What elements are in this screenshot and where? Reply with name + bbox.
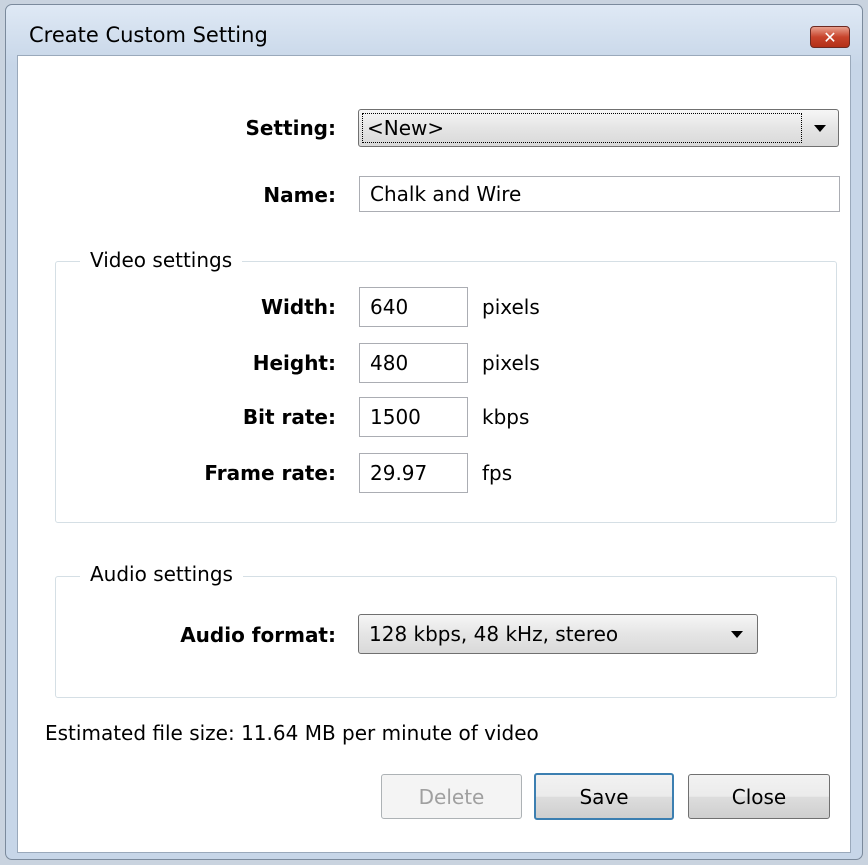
audio-format-dropdown[interactable]: 128 kbps, 48 kHz, stereo [358,614,758,654]
audio-format-value: 128 kbps, 48 kHz, stereo [369,622,619,646]
height-label: Height: [252,351,336,375]
close-icon: ✕ [823,27,837,47]
delete-button[interactable]: Delete [381,774,522,819]
save-button[interactable]: Save [534,773,674,820]
setting-label: Setting: [245,116,337,140]
window-close-button[interactable]: ✕ [810,26,850,48]
video-settings-legend: Video settings [80,246,243,274]
close-button[interactable]: Close [688,774,830,819]
audio-format-label: Audio format: [180,623,336,647]
height-unit: pixels [482,351,540,375]
dialog-body: Setting: <New> Name: Chalk and Wire Vide… [17,55,851,853]
bit-rate-label: Bit rate: [242,405,336,429]
chevron-down-icon [731,630,743,638]
frame-rate-input[interactable]: 29.97 [359,453,468,493]
frame-rate-label: Frame rate: [204,461,336,485]
width-label: Width: [260,295,336,319]
title-bar[interactable]: Create Custom Setting ✕ [6,5,862,48]
setting-dropdown[interactable]: <New> [358,109,839,147]
bit-rate-input[interactable]: 1500 [359,397,468,437]
width-unit: pixels [482,295,540,319]
audio-settings-legend: Audio settings [80,560,243,588]
dialog-window: Create Custom Setting ✕ Setting: <New> N… [5,4,863,860]
name-label: Name: [263,183,336,207]
width-input[interactable]: 640 [359,287,468,327]
name-input[interactable]: Chalk and Wire [359,176,840,212]
chevron-down-icon [814,124,826,132]
height-input[interactable]: 480 [359,343,468,383]
window-title: Create Custom Setting [29,23,268,47]
frame-rate-unit: fps [482,461,513,485]
setting-value: <New> [367,116,445,140]
estimated-file-size: Estimated file size: 11.64 MB per minute… [45,721,539,745]
bit-rate-unit: kbps [482,405,530,429]
